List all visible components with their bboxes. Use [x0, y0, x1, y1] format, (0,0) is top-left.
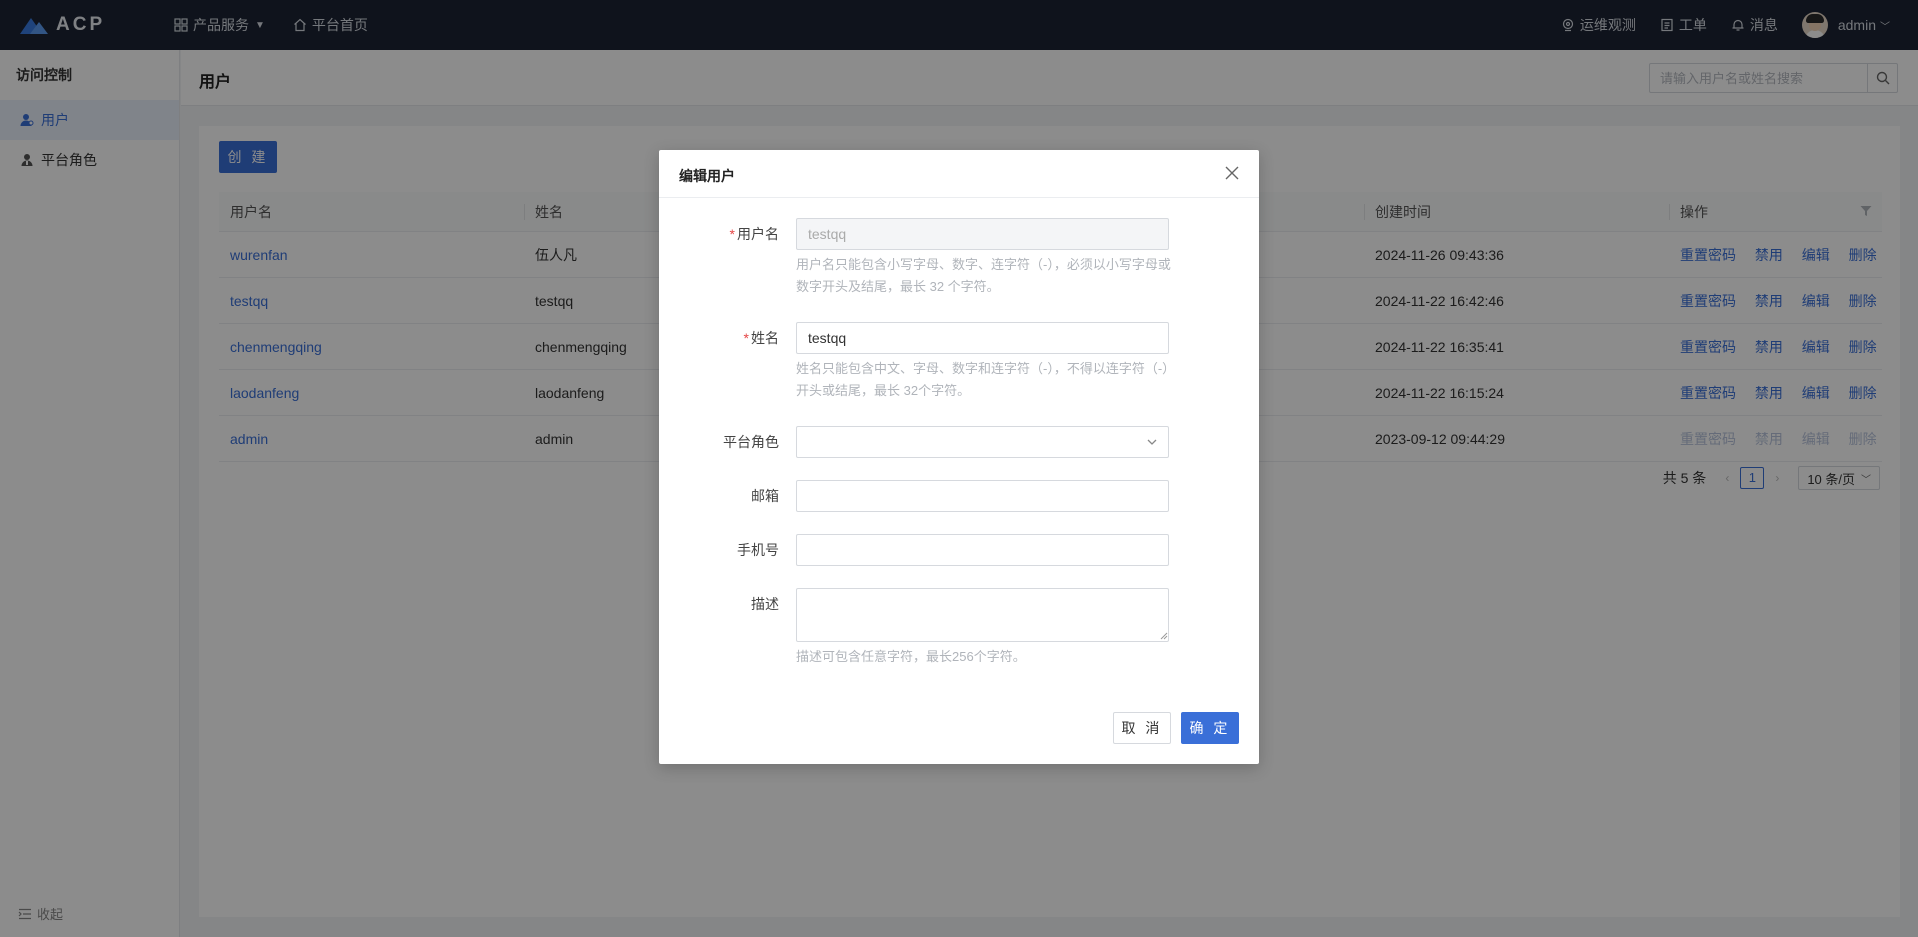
description-textarea[interactable]: [796, 588, 1169, 642]
phone-label: 手机号: [737, 542, 779, 558]
required-mark: *: [743, 330, 749, 346]
close-icon[interactable]: [1223, 164, 1241, 182]
email-label: 邮箱: [751, 488, 779, 504]
resize-grip-icon[interactable]: [1160, 632, 1168, 640]
name-field[interactable]: testqq: [796, 322, 1169, 354]
email-field[interactable]: [796, 480, 1169, 512]
chevron-down-icon: [1147, 439, 1157, 445]
name-hint: 姓名只能包含中文、字母、数字和连字符（-），不得以连字符（-）开头或结尾，最长 …: [796, 361, 1176, 398]
edit-user-dialog: 编辑用户 * 用户名 testqq 用户名只能包含小写字母、数字、连字符（-），必…: [659, 150, 1259, 764]
modal-header: 编辑用户: [659, 150, 1259, 198]
description-label: 描述: [751, 596, 779, 612]
cancel-button[interactable]: 取 消: [1113, 712, 1171, 744]
description-hint: 描述可包含任意字符，最长256个字符。: [796, 649, 1026, 664]
username-field: testqq: [796, 218, 1169, 250]
name-label: * 姓名: [743, 330, 779, 346]
confirm-button[interactable]: 确 定: [1181, 712, 1239, 744]
role-label: 平台角色: [723, 434, 779, 450]
username-hint: 用户名只能包含小写字母、数字、连字符（-），必须以小写字母或数字开头及结尾，最长…: [796, 257, 1171, 294]
username-label: * 用户名: [729, 226, 779, 242]
required-mark: *: [729, 226, 735, 242]
modal-title: 编辑用户: [679, 168, 735, 184]
role-select[interactable]: [796, 426, 1169, 458]
phone-field[interactable]: [796, 534, 1169, 566]
modal-footer: 取 消 确 定: [1113, 712, 1239, 744]
